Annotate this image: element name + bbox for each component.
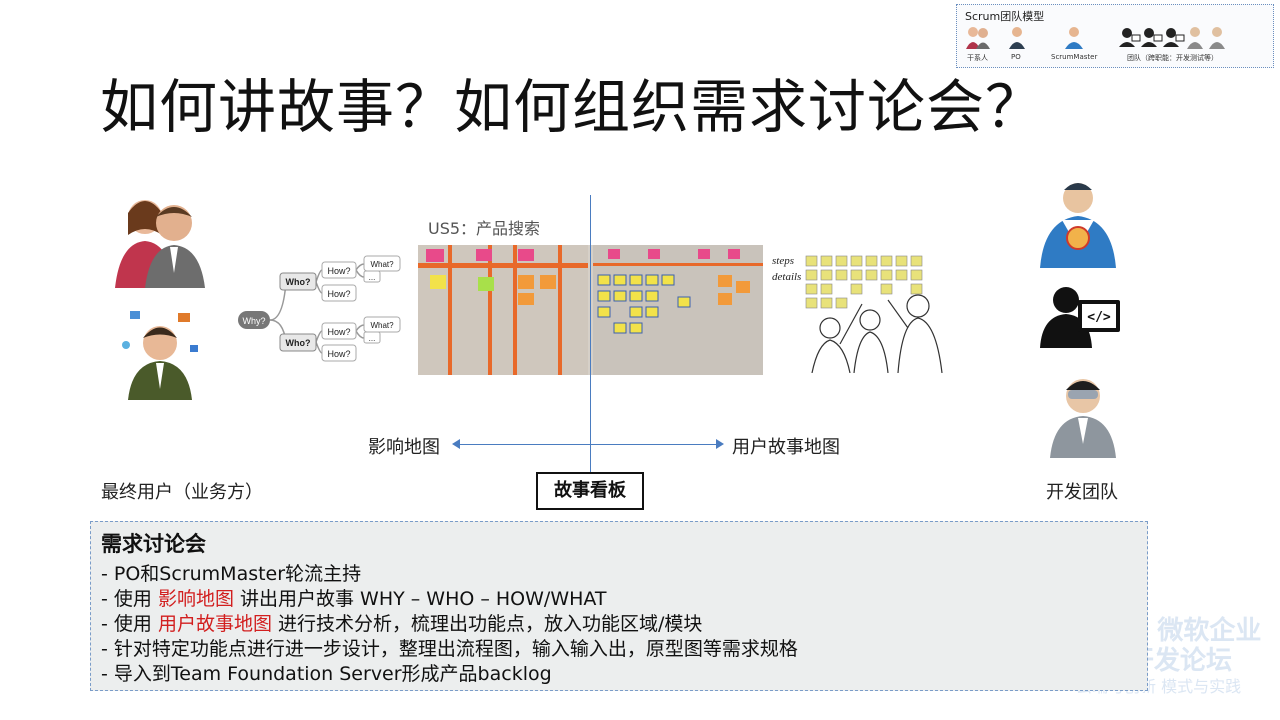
bullet-suffix: 进行技术分析，梳理出功能点，放入功能区域/模块 [271, 613, 703, 635]
impact-how-node: How? [327, 327, 350, 337]
team-label: 团队（跨职能：开发测试等） [1127, 54, 1218, 62]
story-board-label: 故事看板 [536, 472, 644, 510]
superhero-scrummaster-icon [1040, 183, 1116, 268]
tester-icon [1050, 379, 1116, 458]
impact-more-node: ... [369, 273, 376, 282]
scrum-model-title: Scrum团队模型 [965, 10, 1045, 23]
discussion-bullet: - 使用 影响地图 讲出用户故事 WHY – WHO – HOW/WHAT [101, 584, 607, 611]
impact-map-highlight: 影响地图 [157, 588, 234, 610]
developer-icon: </> [1040, 287, 1120, 348]
po-icon [1009, 27, 1025, 49]
bullet-prefix: - 使用 [101, 588, 158, 610]
impact-how-node: How? [327, 349, 350, 359]
scrummaster-label: ScrumMaster [1051, 53, 1098, 61]
discussion-bullet: - PO和ScrumMaster轮流主持 [101, 563, 362, 585]
slide-title: 如何讲故事？如何组织需求讨论会？ [100, 73, 1045, 141]
business-person-icon [122, 311, 198, 400]
stakeholder-icon [966, 27, 990, 49]
impact-who-node: Who? [286, 277, 311, 287]
discussion-meeting-panel: 需求讨论会 - PO和ScrumMaster轮流主持 - 使用 影响地图 讲出用… [90, 521, 1148, 691]
impact-map-label: 影响地图 [368, 437, 440, 458]
sketch-details-label: details [772, 271, 801, 283]
impact-what-node: What? [370, 260, 394, 269]
scrummaster-icon [1065, 27, 1083, 49]
dev-team-label: 开发团队 [1046, 482, 1118, 503]
impact-how-node: How? [327, 289, 350, 299]
developer-code-glyph: </> [1087, 310, 1111, 325]
impact-why-node: Why? [242, 316, 265, 326]
discussion-heading: 需求讨论会 [101, 532, 206, 556]
arrow-right-icon [716, 439, 724, 449]
impact-map-diagram: Why? Who? Who? How? How? How? How? What?… [238, 255, 401, 362]
impact-who-node: Who? [286, 338, 311, 348]
arrow-left-icon [452, 439, 460, 449]
impact-more-node: ... [369, 334, 376, 343]
discussion-bullet: - 针对特定功能点进行进一步设计，整理出流程图，输入输入出，原型图等需求规格 [101, 638, 798, 660]
story-map-label: 用户故事地图 [732, 437, 840, 458]
discussion-bullet: - 导入到Team Foundation Server形成产品backlog [101, 663, 552, 685]
end-user-label: 最终用户（业务方） [101, 482, 263, 503]
sketch-steps-label: steps [772, 255, 794, 267]
horizontal-axis-line [458, 444, 718, 445]
business-users-icon [115, 200, 205, 288]
user-story-label: US5：产品搜索 [428, 219, 541, 238]
team-members-icon [1119, 27, 1225, 49]
discussion-bullet: - 使用 用户故事地图 进行技术分析，梳理出功能点，放入功能区域/模块 [101, 609, 702, 636]
vertical-axis-line [590, 195, 591, 495]
scrum-team-model-panel: Scrum团队模型 干系人 PO ScrumMaster 团队（跨职能：开发测试… [956, 4, 1274, 68]
bullet-prefix: - 使用 [101, 613, 158, 635]
story-map-highlight: 用户故事地图 [157, 613, 272, 635]
bullet-suffix: 讲出用户故事 WHY – WHO – HOW/WHAT [233, 588, 607, 610]
impact-what-node: What? [370, 321, 394, 330]
impact-how-node: How? [327, 266, 350, 276]
story-map-sketch: steps details [772, 255, 943, 373]
